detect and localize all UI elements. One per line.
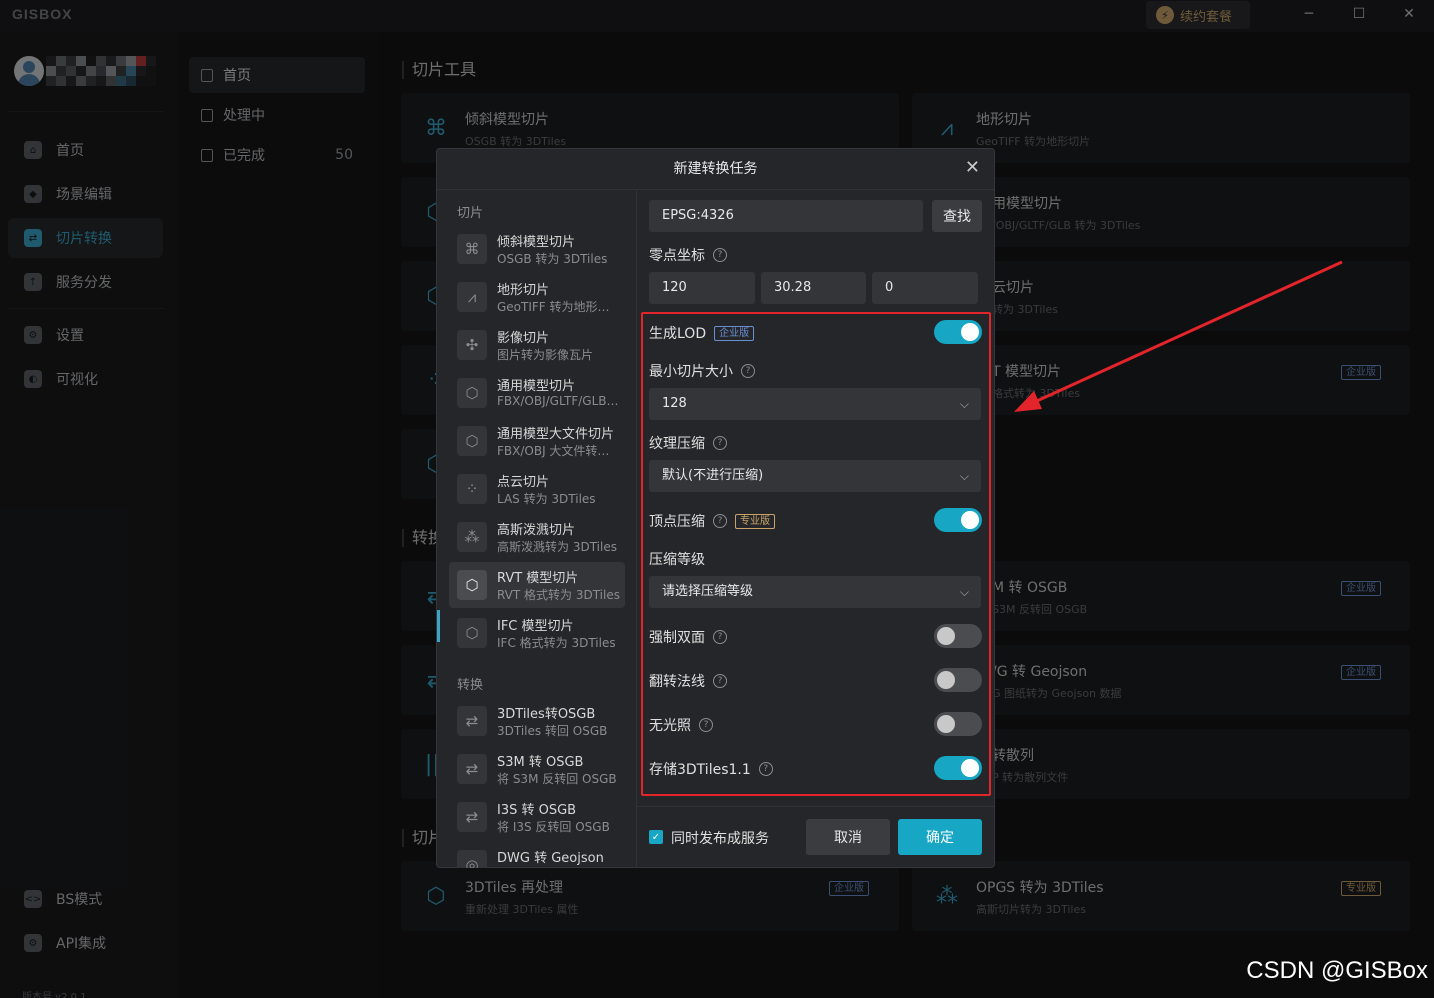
annotation-arrow <box>1014 260 1343 412</box>
watermark: CSDN @GISBox <box>1246 957 1428 984</box>
